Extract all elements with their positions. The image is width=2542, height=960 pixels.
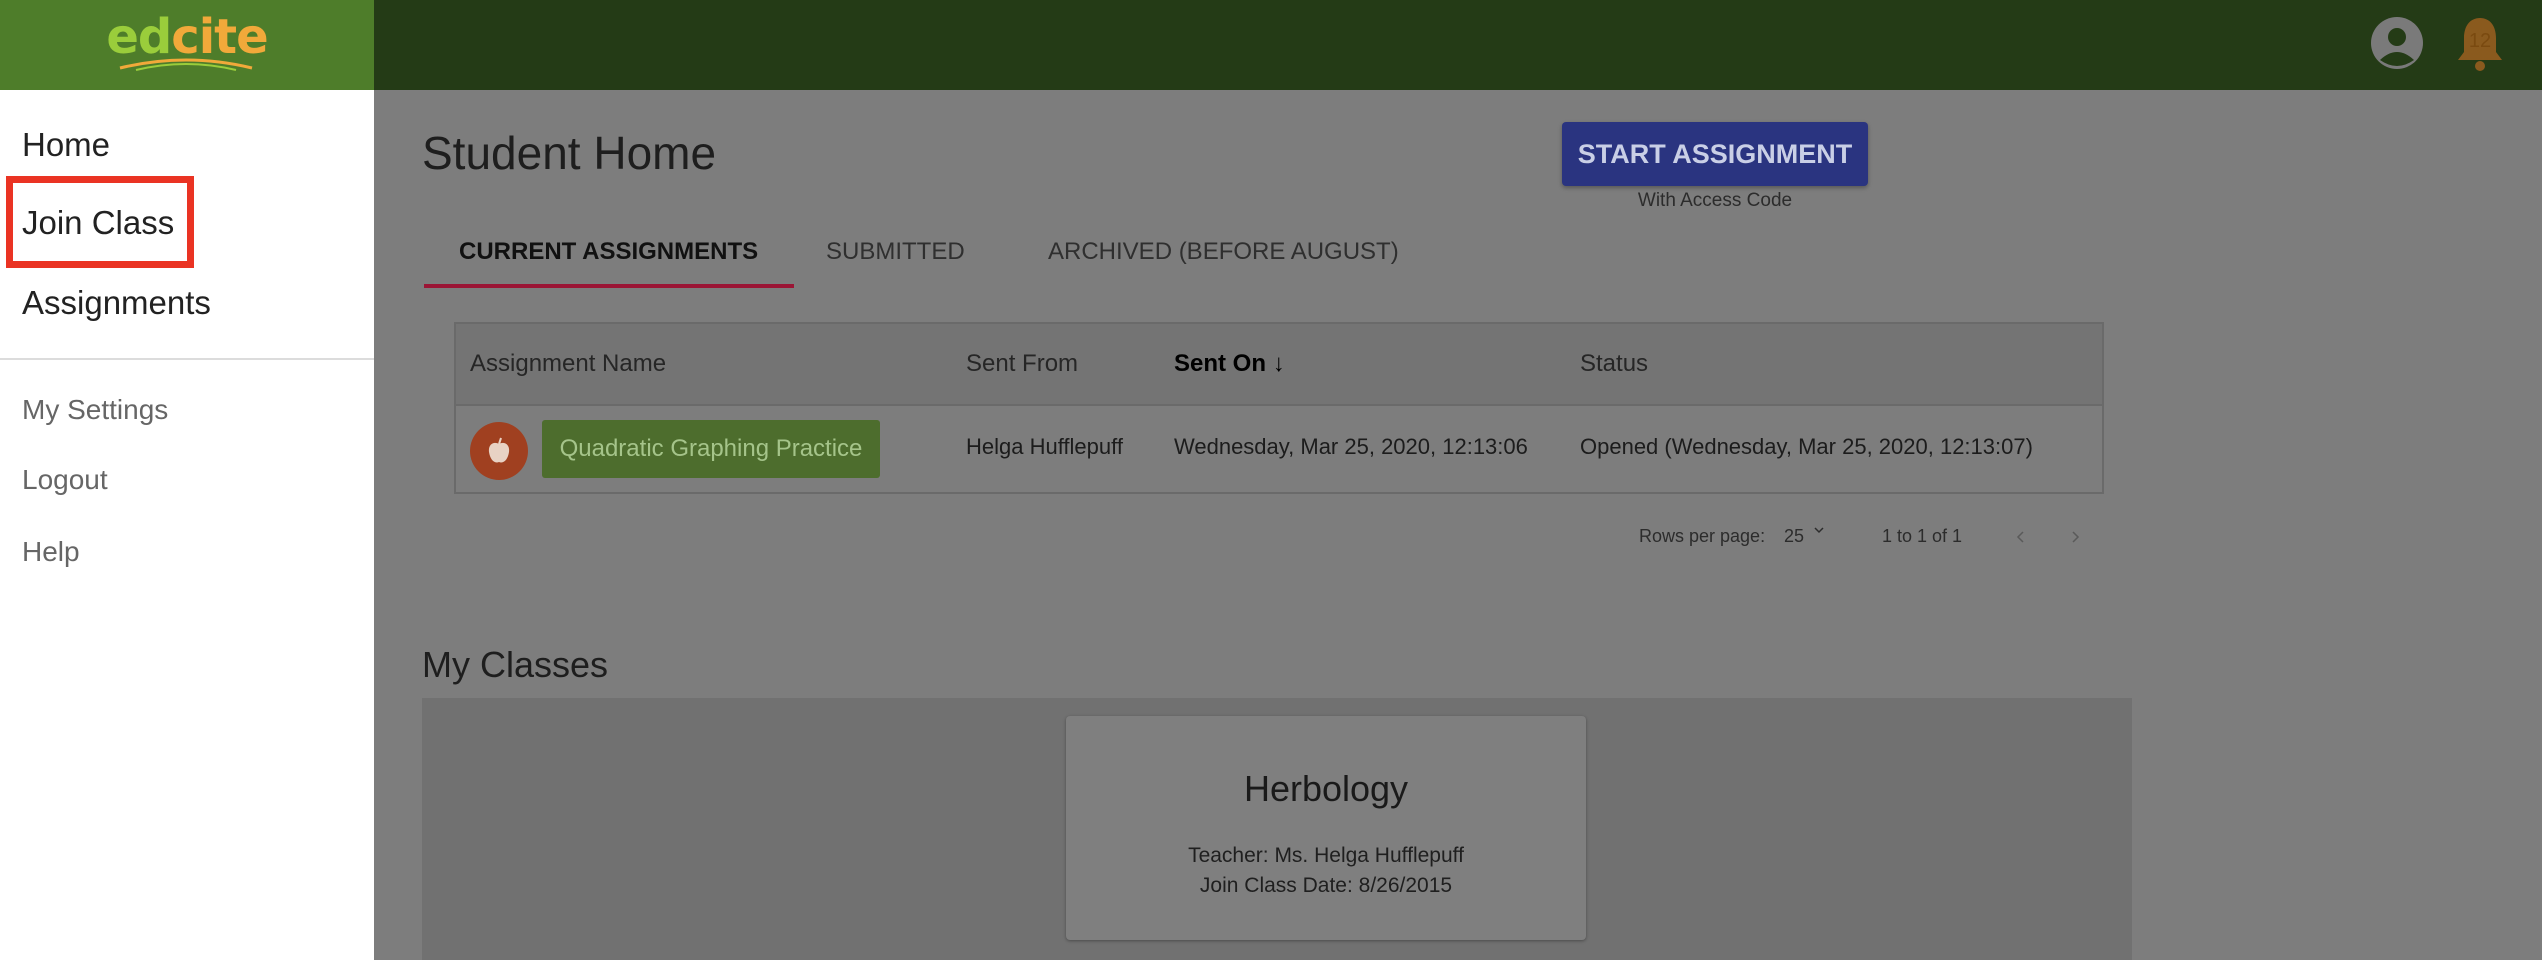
notification-count: 12 xyxy=(2468,30,2492,52)
sidebar-item-assignments[interactable]: Assignments xyxy=(22,284,211,322)
column-header-sent-on[interactable]: Sent On ↓ xyxy=(1174,350,1285,378)
chevron-right-icon[interactable] xyxy=(2068,530,2082,544)
start-assignment-button[interactable]: START ASSIGNMENT xyxy=(1562,122,1868,186)
pagination-range: 1 to 1 of 1 xyxy=(1882,526,1963,546)
sidebar-item-help[interactable]: Help xyxy=(22,536,80,568)
chevron-down-icon xyxy=(1814,527,1824,534)
active-tab-indicator xyxy=(424,284,794,288)
column-header-status[interactable]: Status xyxy=(1580,350,1648,378)
chevron-left-icon[interactable] xyxy=(2014,530,2028,544)
rows-per-page-label: Rows per page: xyxy=(1639,526,1766,546)
top-bar: edcite 12 xyxy=(0,0,2542,90)
logo[interactable]: edcite xyxy=(0,0,374,90)
class-card[interactable]: Herbology Teacher: Ms. Helga Hufflepuff … xyxy=(1066,716,1586,940)
join-class-highlight xyxy=(6,176,194,268)
assignment-link-button[interactable]: Quadratic Graphing Practice xyxy=(542,420,880,478)
sidebar-item-my-settings[interactable]: My Settings xyxy=(22,394,168,426)
class-teacher: Teacher: Ms. Helga Hufflepuff xyxy=(1188,844,1464,867)
page-title: Student Home xyxy=(422,127,717,179)
tab-archived[interactable]: ARCHIVED (BEFORE AUGUST) xyxy=(1048,238,1399,266)
my-classes-title: My Classes xyxy=(422,644,609,685)
rows-per-page-value: 25 xyxy=(1784,526,1805,546)
cell-sent-on: Wednesday, Mar 25, 2020, 12:13:06 xyxy=(1174,434,1528,459)
start-assignment-sublabel: With Access Code xyxy=(1637,190,1793,211)
column-header-assignment-name[interactable]: Assignment Name xyxy=(470,350,666,378)
user-avatar-icon[interactable] xyxy=(2370,16,2424,70)
main-content: Student Home START ASSIGNMENT With Acces… xyxy=(374,90,2542,960)
rows-per-page-select[interactable]: 25 xyxy=(1784,526,1824,547)
column-header-sent-from[interactable]: Sent From xyxy=(966,350,1078,378)
cell-status: Opened (Wednesday, Mar 25, 2020, 12:13:0… xyxy=(1580,434,2033,459)
logo-swoosh-icon xyxy=(119,58,253,71)
sidebar: Home Join Class Assignments My Settings … xyxy=(0,90,374,960)
class-name: Herbology xyxy=(1243,768,1409,809)
assignments-table: Assignment Name Sent From Sent On ↓ Stat… xyxy=(454,322,2104,494)
classes-panel: Herbology Teacher: Ms. Helga Hufflepuff … xyxy=(422,698,2132,960)
apple-icon xyxy=(470,422,528,480)
sidebar-item-home[interactable]: Home xyxy=(22,126,110,164)
sort-arrow-down-icon: ↓ xyxy=(1272,350,1285,377)
tab-submitted[interactable]: SUBMITTED xyxy=(826,238,965,266)
table-header: Assignment Name Sent From Sent On ↓ Stat… xyxy=(456,324,2102,406)
tab-current-assignments[interactable]: CURRENT ASSIGNMENTS xyxy=(459,238,758,266)
sidebar-divider xyxy=(0,358,374,360)
sidebar-item-logout[interactable]: Logout xyxy=(22,464,108,496)
column-header-sent-on-label: Sent On xyxy=(1174,350,1267,377)
class-join-date: Join Class Date: 8/26/2015 xyxy=(1199,874,1453,897)
cell-sent-from: Helga Hufflepuff xyxy=(966,434,1123,459)
